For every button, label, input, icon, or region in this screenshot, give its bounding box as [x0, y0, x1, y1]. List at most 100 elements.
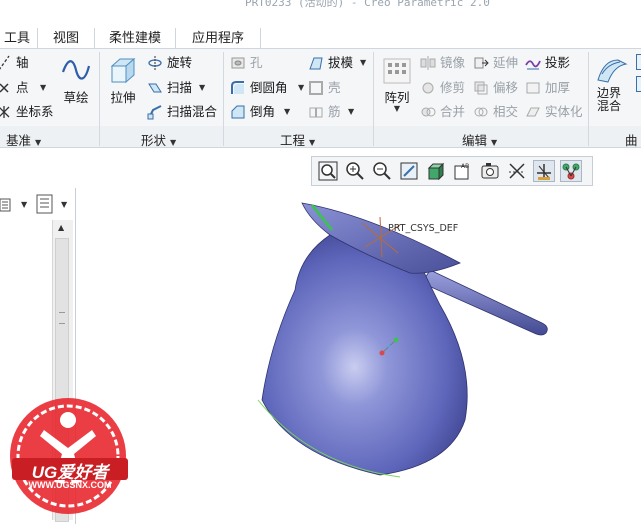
- datum-group-label[interactable]: 基准 ▼: [6, 130, 41, 149]
- merge-label: 合并: [440, 104, 466, 119]
- chevron-down-icon[interactable]: ▼: [21, 200, 27, 209]
- chevron-down-icon[interactable]: ▼: [298, 78, 304, 98]
- surfaces-group-label[interactable]: 曲: [625, 130, 638, 149]
- chevron-down-icon[interactable]: ▼: [61, 200, 67, 209]
- boundary-blend-label: 边界混合: [596, 86, 621, 113]
- window-title: PRT0233 (活动的) - Creo Parametric 2.0: [245, 0, 490, 9]
- extrude-button[interactable]: 拉伸: [106, 56, 140, 106]
- title-bar: PRT0233 (活动的) - Creo Parametric 2.0: [0, 0, 641, 24]
- sweep-label: 扫描: [167, 80, 193, 95]
- shapes-group-text: 形状: [141, 133, 167, 148]
- axis-label: 轴: [16, 55, 29, 70]
- sketch-label: 草绘: [63, 90, 89, 105]
- thicken-icon: [526, 82, 540, 94]
- extrude-label: 拉伸: [110, 90, 136, 105]
- ribbon-separator: [99, 52, 100, 146]
- project-icon: [525, 60, 541, 70]
- csys-label: PRT_CSYS_DEF: [388, 223, 458, 234]
- sweep-icon: [148, 83, 162, 93]
- tab-tools[interactable]: 工具: [0, 28, 36, 49]
- watermark-logo: [10, 398, 128, 514]
- editing-group-text: 编辑: [462, 133, 488, 148]
- point-label: 点: [16, 80, 29, 95]
- shapes-group-label[interactable]: 形状 ▼: [141, 130, 176, 149]
- chevron-down-icon[interactable]: ▼: [199, 78, 205, 98]
- svg-text:AB: AB: [461, 163, 469, 170]
- revolve-icon: [148, 56, 162, 70]
- datum-group-text: 基准: [6, 133, 32, 148]
- spin-center-icon[interactable]: [533, 160, 555, 182]
- thicken-label: 加厚: [545, 80, 571, 95]
- chevron-down-icon: ▼: [170, 138, 177, 147]
- surface-tool-icon[interactable]: [636, 54, 641, 70]
- engineering-group-label[interactable]: 工程 ▼: [280, 130, 315, 149]
- axis-icon: [0, 55, 10, 70]
- solidify-label: 实体化: [545, 104, 583, 119]
- project-label: 投影: [545, 55, 571, 70]
- mirror-icon: [420, 56, 436, 70]
- chevron-down-icon[interactable]: ▼: [348, 102, 354, 122]
- hole-icon: [231, 57, 245, 69]
- ribbon-tab-bar: 工具 视图 柔性建模 应用程序: [0, 28, 641, 49]
- rib-icon: [309, 107, 323, 118]
- chevron-down-icon: ▼: [309, 138, 316, 147]
- extend-icon: [474, 57, 489, 69]
- pattern-icon: [383, 58, 411, 84]
- pattern-button[interactable]: 阵列 ▼: [380, 58, 414, 113]
- zoom-in-icon[interactable]: [344, 160, 366, 182]
- chevron-down-icon[interactable]: ▼: [284, 102, 290, 122]
- tree-settings-icon[interactable]: [35, 194, 55, 214]
- shell-icon: [309, 81, 323, 95]
- intersect-icon: [474, 107, 488, 117]
- trim-label: 修剪: [440, 80, 466, 95]
- chamfer-icon: [231, 105, 245, 119]
- point-icon: [0, 83, 9, 93]
- chevron-down-icon[interactable]: ▼: [360, 53, 366, 73]
- chevron-down-icon[interactable]: ▼: [40, 78, 46, 98]
- tab-applications[interactable]: 应用程序: [175, 28, 261, 49]
- zoom-out-icon[interactable]: [371, 160, 393, 182]
- tab-view[interactable]: 视图: [37, 28, 94, 49]
- watermark-url: WWW.UGSNX.COM: [28, 480, 112, 490]
- ribbon-group-bar: [0, 126, 641, 148]
- intersect-label: 相交: [493, 104, 519, 119]
- tab-flexible-modeling[interactable]: 柔性建模: [94, 28, 175, 49]
- view-manager-icon[interactable]: [479, 160, 501, 182]
- solidify-icon: [526, 107, 540, 117]
- surface-tool-icon[interactable]: [636, 76, 641, 92]
- scrollbar-grip: [59, 312, 65, 324]
- ribbon-separator: [373, 52, 374, 146]
- merge-icon: [421, 107, 436, 117]
- csys-label: 坐标系: [16, 104, 54, 119]
- graphics-toolbar: AB: [311, 156, 593, 186]
- editing-group-label[interactable]: 编辑 ▼: [462, 130, 497, 149]
- zoom-fit-icon[interactable]: [317, 160, 339, 182]
- saved-views-icon[interactable]: AB: [452, 160, 474, 182]
- annotation-display-icon[interactable]: [560, 160, 582, 182]
- ribbon-separator: [223, 52, 224, 146]
- draft-label: 拔模: [328, 55, 354, 70]
- chevron-down-icon: ▼: [35, 138, 42, 147]
- sketch-button[interactable]: 草绘: [58, 56, 94, 106]
- round-icon: [231, 81, 244, 94]
- datum-display-icon[interactable]: [506, 160, 528, 182]
- swept-blend-label: 扫描混合: [167, 104, 218, 119]
- swept-blend-icon: [147, 105, 162, 120]
- boundary-blend-button[interactable]: 边界混合: [594, 56, 630, 113]
- display-style-icon[interactable]: [425, 160, 447, 182]
- csys-icon: [0, 106, 10, 118]
- model-viewport[interactable]: PRT_CSYS_DEF: [250, 195, 560, 485]
- scroll-up-icon[interactable]: ▲: [58, 223, 64, 232]
- draft-icon: [309, 57, 323, 70]
- round-label: 倒圆角: [250, 80, 288, 95]
- extend-label: 延伸: [493, 55, 519, 70]
- surfaces-group-text: 曲: [625, 133, 638, 148]
- repaint-icon[interactable]: [398, 160, 420, 182]
- tree-filter-icon[interactable]: [0, 196, 20, 214]
- revolve-label: 旋转: [167, 55, 193, 70]
- offset-label: 偏移: [493, 80, 519, 95]
- hole-label: 孔: [250, 55, 263, 70]
- boundary-blend-icon: [597, 59, 628, 83]
- chamfer-label: 倒角: [250, 104, 276, 119]
- ribbon-separator: [588, 52, 589, 146]
